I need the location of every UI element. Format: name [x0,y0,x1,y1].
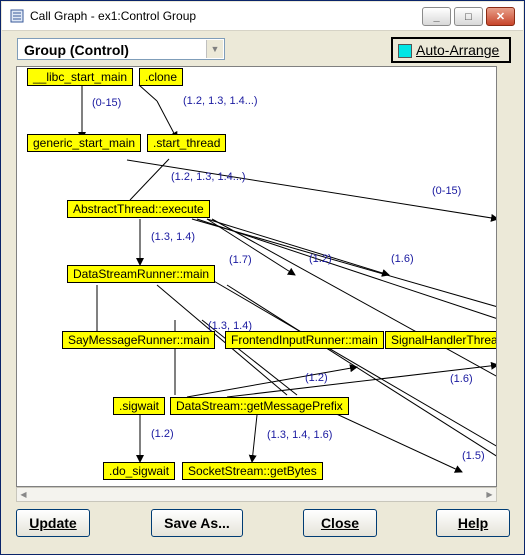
edge-line [196,218,496,319]
edge-label: (1.2) [309,253,332,265]
graph-node[interactable]: generic_start_main [27,134,142,152]
graph-node[interactable]: DataStreamRunner::main [67,265,216,283]
edge-line [186,364,358,398]
close-button[interactable]: Close [303,509,377,537]
edge-label: (1.7) [229,254,252,266]
close-icon: ✕ [495,11,506,23]
edge-label: (1.3, 1.4, 1.6) [267,429,333,441]
save-as-button[interactable]: Save As... [151,509,243,537]
edge-label: (1.2) [151,428,174,440]
auto-arrange-toggle[interactable]: Auto-Arrange [391,37,511,63]
edge-label: (1.2) [305,372,328,384]
horizontal-scrollbar[interactable]: ◀ ▶ [16,487,497,502]
graph-node[interactable]: SayMessageRunner::main [62,331,216,349]
edge-label: (1.3, 1.4) [151,231,196,243]
group-select[interactable]: Group (Control) ▼ [17,38,225,60]
edge-label: (0-15) [92,97,122,109]
help-button[interactable]: Help [436,509,510,537]
save-as-button-label: Save As... [164,515,230,531]
maximize-icon: □ [465,10,472,23]
maximize-button[interactable]: □ [454,7,483,26]
group-select-value: Group (Control) [24,42,129,58]
update-button-label: Update [29,515,77,531]
window-title: Call Graph - ex1:Control Group [30,9,197,23]
call-graph-icon [10,9,24,23]
graph-node[interactable]: AbstractThread::execute [67,200,210,218]
scroll-right-icon[interactable]: ▶ [483,489,496,500]
edge-line [138,84,158,102]
edge-label: (1.3, 1.4) [208,320,253,332]
graph-node[interactable]: .clone [139,68,184,86]
auto-arrange-label: Auto-Arrange [416,42,500,58]
edge-line [316,404,463,473]
edge-label: (1.2, 1.3, 1.4...) [183,95,258,107]
edge-line [248,414,258,463]
graph-node[interactable]: .sigwait [113,397,166,415]
graph-node[interactable]: __libc_start_main [27,68,134,86]
edge-line [211,218,496,377]
graph-node[interactable]: .do_sigwait [103,462,176,480]
edge-label: (1.5) [462,450,485,462]
graph-node[interactable]: SocketStream::getBytes [182,462,323,480]
graph-node[interactable]: SignalHandlerThrea [385,331,496,349]
minimize-icon: _ [433,10,440,23]
auto-arrange-checkbox[interactable] [398,44,412,58]
help-button-label: Help [457,515,489,531]
graph-node[interactable]: DataStream::getMessagePrefix [170,397,349,415]
close-button-label: Close [320,515,360,531]
call-graph-canvas[interactable]: __libc_start_main .clone generic_start_m… [16,66,497,487]
graph-node[interactable]: .start_thread [147,134,227,152]
edge-label: (1.6) [450,373,473,385]
close-window-button[interactable]: ✕ [486,7,515,26]
edge-label: (0-15) [432,185,462,197]
edge-line [129,179,150,201]
edge-label: (1.6) [391,253,414,265]
title-bar[interactable]: Call Graph - ex1:Control Group _ □ ✕ [2,2,523,31]
graph-node[interactable]: FrontendInputRunner::main [225,331,384,349]
edge-label: (1.2, 1.3, 1.4...) [171,171,246,183]
update-button[interactable]: Update [16,509,90,537]
edge-line [148,158,170,181]
call-graph-window: Call Graph - ex1:Control Group _ □ ✕ Gro… [0,0,525,555]
scroll-left-icon[interactable]: ◀ [17,489,30,500]
minimize-button[interactable]: _ [422,7,451,26]
chevron-down-icon[interactable]: ▼ [206,40,223,58]
